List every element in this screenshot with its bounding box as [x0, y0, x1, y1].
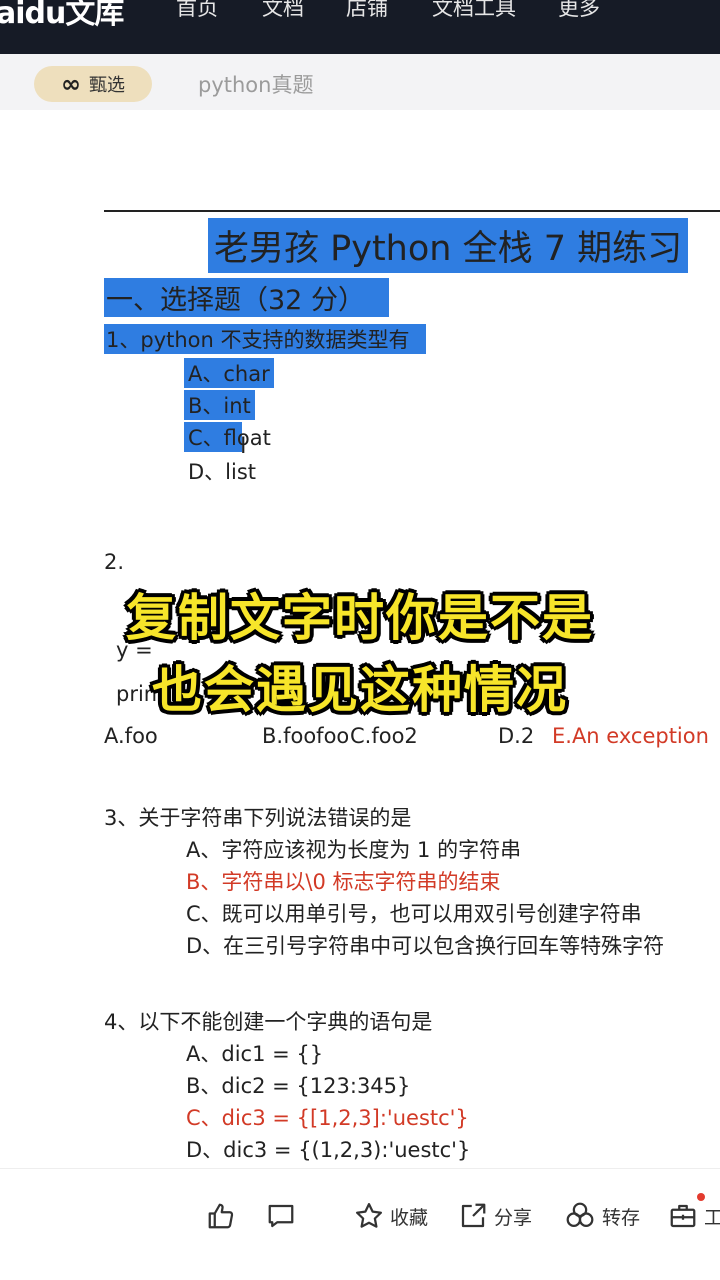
doc-title: 老男孩 Python 全栈 7 期练习 — [208, 218, 689, 273]
question-2-option-d: D.2 — [498, 724, 535, 748]
comment-icon — [266, 1201, 296, 1231]
question-4-option-b: B、dic2 = {123:345} — [186, 1074, 411, 1098]
nav-doc-tools[interactable]: 文档工具 — [432, 0, 516, 22]
collect-button[interactable]: 收藏 — [354, 1201, 428, 1231]
filter-bar: ∞ 甄选 python真题 — [0, 54, 720, 110]
like-button[interactable] — [206, 1201, 236, 1231]
header-rule — [104, 210, 720, 212]
save-label: 转存 — [602, 1206, 641, 1229]
question-2-option-a: A.foo — [104, 724, 158, 748]
question-2-number: 2. — [104, 550, 125, 574]
question-3-option-b: B、字符串以\0 标志字符串的结束 — [186, 870, 501, 894]
question-1-option-c-text: C、float — [188, 426, 271, 450]
infinity-icon: ∞ — [61, 70, 81, 98]
question-1-option-c: C、float — [184, 422, 275, 452]
question-4-option-c: C、dic3 = {[1,2,3]:'uestc'} — [186, 1106, 469, 1130]
share-label: 分享 — [494, 1206, 533, 1229]
search-query-text[interactable]: python真题 — [198, 69, 313, 99]
question-4-stem: 4、以下不能创建一个字典的语句是 — [104, 1010, 433, 1034]
question-4-option-a: A、dic1 = {} — [186, 1042, 324, 1066]
question-3-option-d: D、在三引号字符串中可以包含换行回车等特殊字符 — [186, 934, 665, 958]
tools-label: 工 — [704, 1206, 720, 1229]
toolbox-icon — [668, 1201, 698, 1231]
bottom-action-bar: 收藏 分享 转存 工 — [0, 1168, 720, 1280]
nav-docs[interactable]: 文档 — [262, 0, 304, 22]
collect-label: 收藏 — [390, 1206, 429, 1229]
comment-button[interactable] — [266, 1201, 296, 1231]
tools-button[interactable]: 工 — [668, 1201, 720, 1231]
nav-more[interactable]: 更多 — [558, 0, 600, 22]
question-1-option-a: A、char — [184, 358, 274, 388]
thumbs-up-icon — [206, 1201, 236, 1231]
save-button[interactable]: 转存 — [564, 1201, 640, 1231]
question-1-option-d: D、list — [188, 460, 257, 484]
site-logo[interactable]: aidu文库 — [0, 0, 124, 32]
question-3-stem: 3、关于字符串下列说法错误的是 — [104, 806, 412, 830]
featured-filter-label: 甄选 — [89, 75, 125, 96]
star-icon — [354, 1201, 384, 1231]
question-3-option-a: A、字符应该视为长度为 1 的字符串 — [186, 838, 522, 862]
featured-filter-button[interactable]: ∞ 甄选 — [34, 66, 152, 102]
section-heading: 一、选择题（32 分） — [104, 278, 389, 317]
notification-dot — [697, 1193, 705, 1201]
top-nav-bar: aidu文库 首页 文档 店铺 文档工具 更多 — [0, 0, 720, 54]
nav-home[interactable]: 首页 — [176, 0, 218, 22]
nav-stores[interactable]: 店铺 — [346, 0, 388, 22]
question-1-stem: 1、python 不支持的数据类型有 — [104, 324, 426, 354]
share-icon — [458, 1201, 488, 1231]
question-2-option-b: B.foofoo — [262, 724, 350, 748]
question-1-option-b: B、int — [184, 390, 255, 420]
question-4-option-d: D、dic3 = {(1,2,3):'uestc'} — [186, 1138, 471, 1162]
question-2-option-c: C.foo2 — [348, 724, 418, 748]
caption-line-2: 也会遇见这种情况 — [152, 661, 568, 719]
question-3-option-c: C、既可以用单引号，也可以用双引号创建字符串 — [186, 902, 642, 926]
caption-line-1: 复制文字时你是不是 — [126, 589, 594, 647]
share-button[interactable]: 分享 — [458, 1201, 532, 1231]
cloud-save-icon — [564, 1201, 596, 1231]
question-2-option-e: E.An exception — [552, 724, 709, 748]
